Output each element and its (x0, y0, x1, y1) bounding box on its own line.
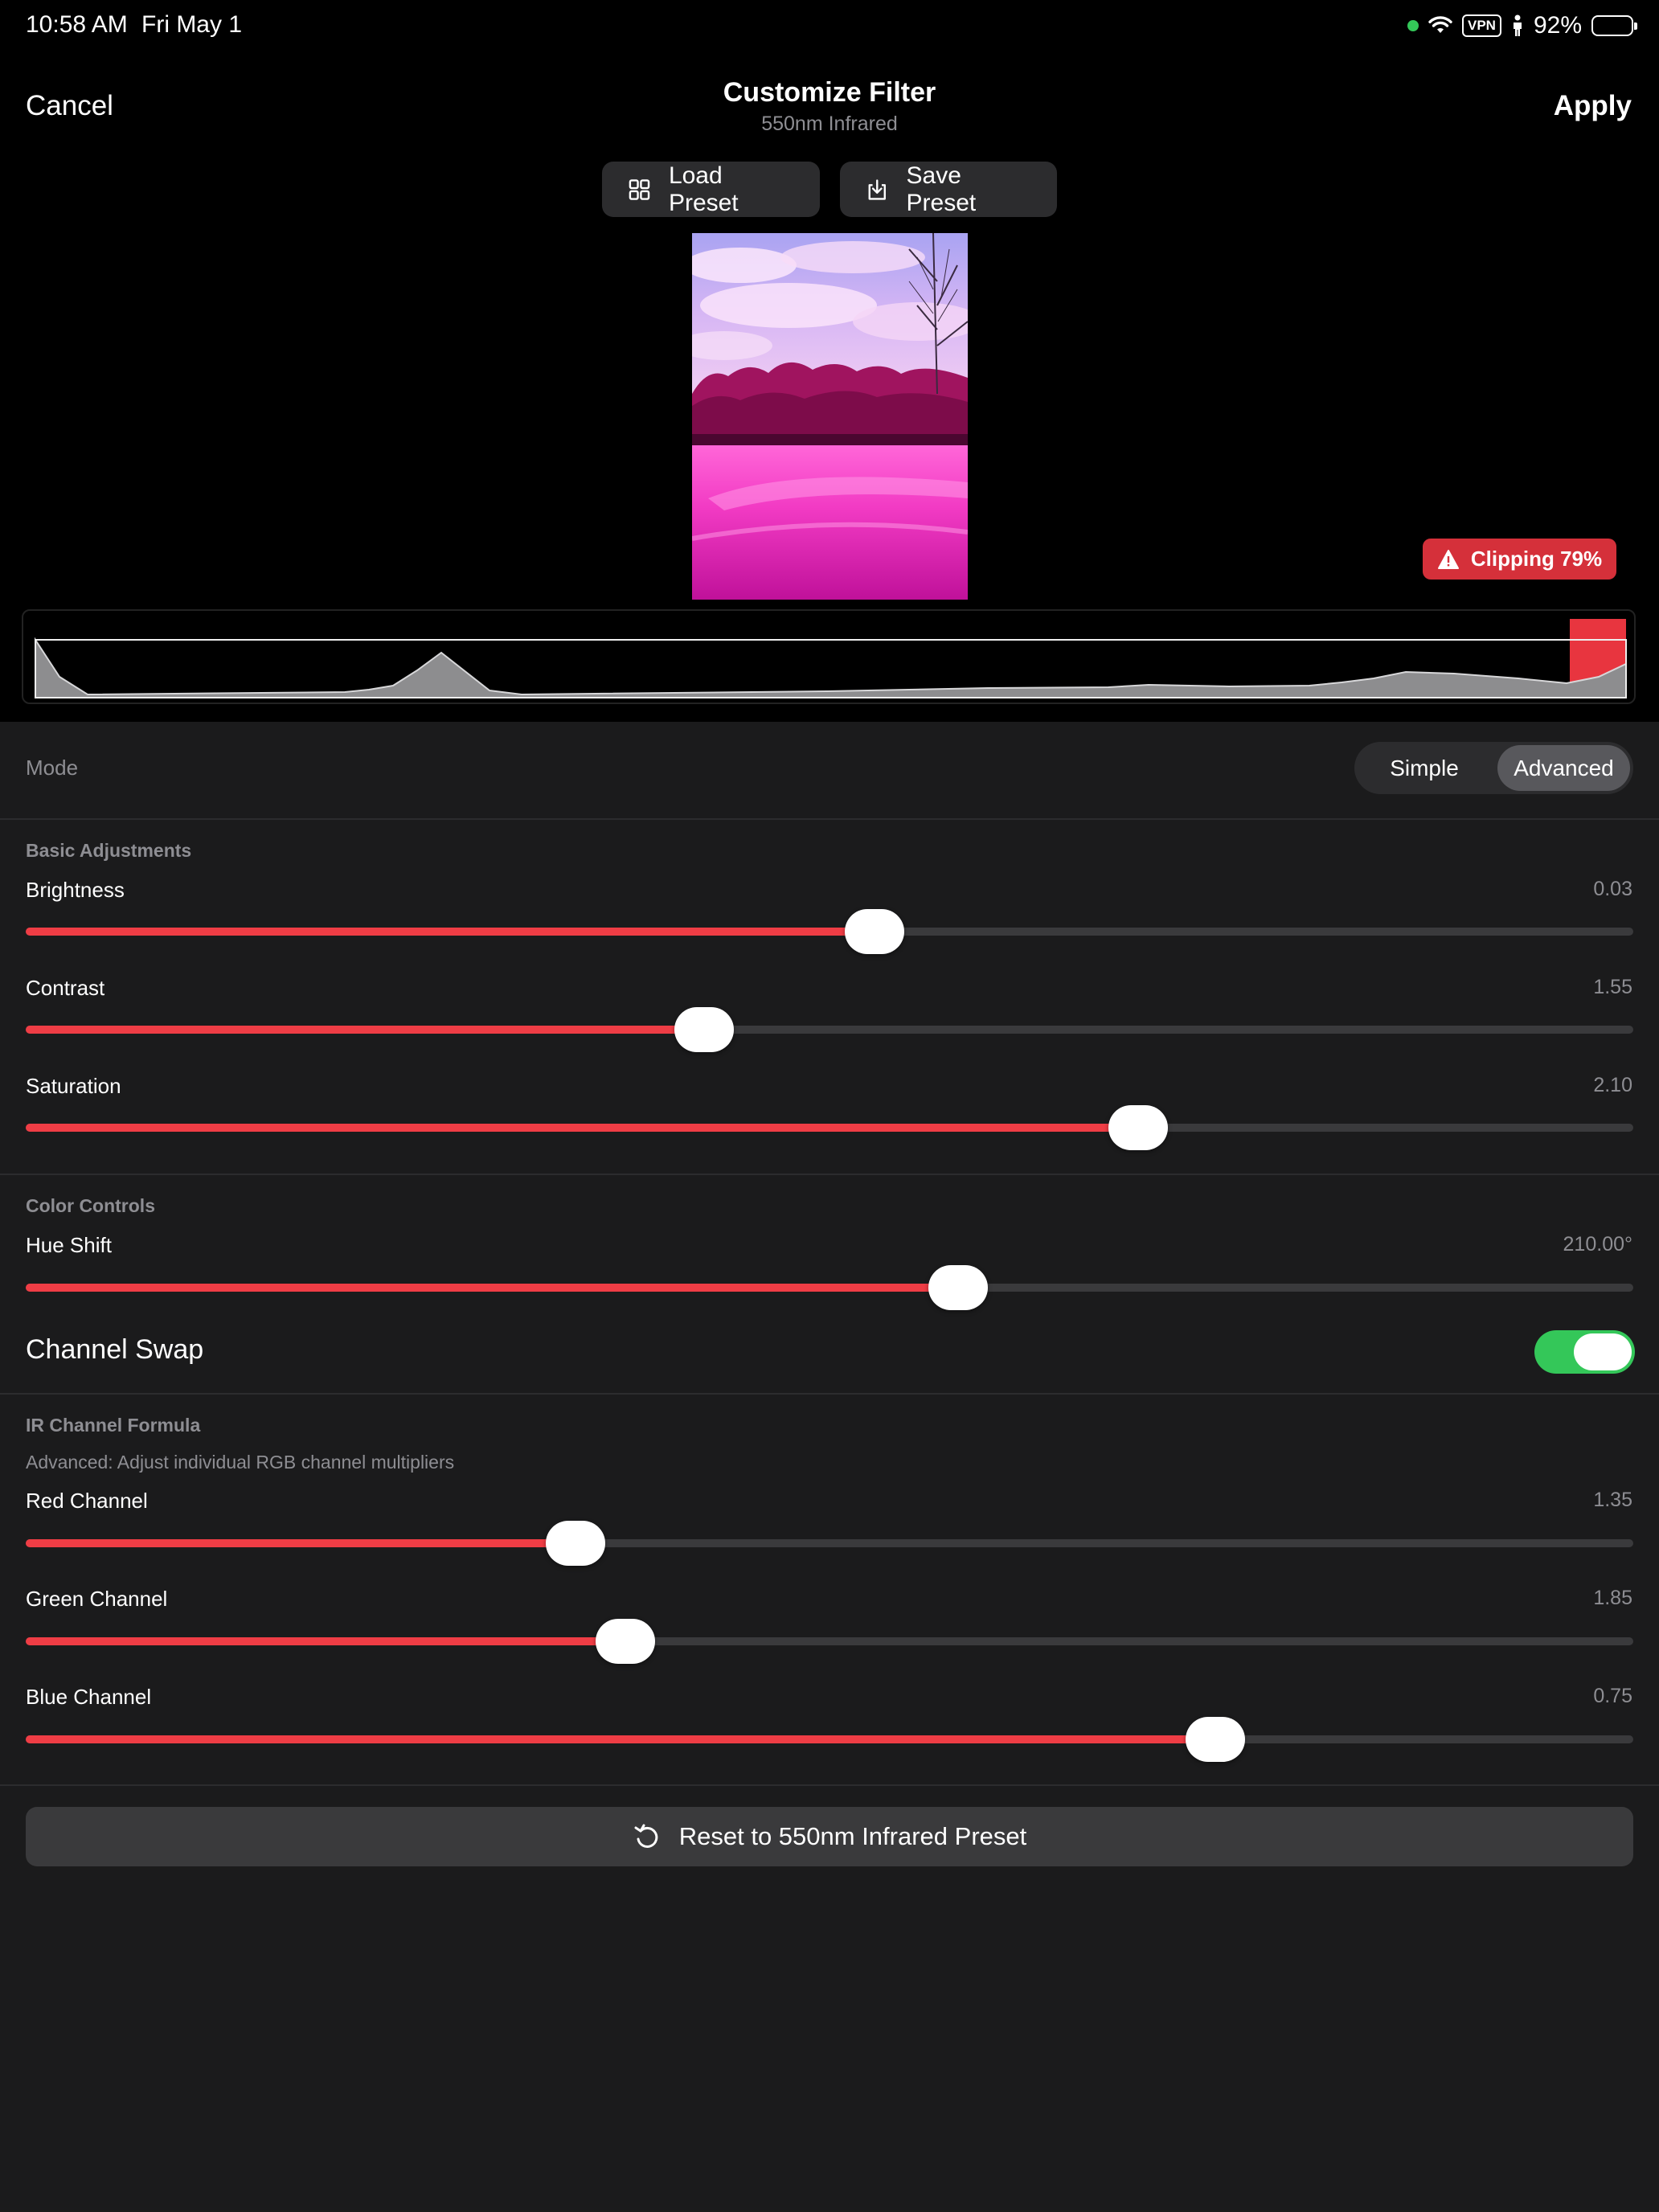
blue-channel-value: 0.75 (1593, 1685, 1632, 1707)
ir-channel-formula-header: IR Channel Formula (26, 1415, 201, 1436)
mode-option-advanced[interactable]: Advanced (1497, 745, 1630, 791)
divider (0, 1174, 1659, 1175)
contrast-slider[interactable] (26, 1007, 1633, 1052)
status-bar: 10:58 AM Fri May 1 VPN 92% (0, 0, 1659, 51)
contrast-slider-fill (26, 1026, 704, 1034)
red-channel-slider-fill (26, 1539, 576, 1547)
filtered-photo-preview (692, 233, 968, 600)
divider (0, 1784, 1659, 1786)
saturation-slider[interactable] (26, 1105, 1633, 1150)
person-icon (1513, 14, 1522, 36)
status-indicators: VPN 92% (1407, 11, 1637, 40)
infrared-landscape-image (692, 233, 968, 600)
save-preset-button[interactable]: Save Preset (840, 162, 1057, 217)
save-preset-label: Save Preset (906, 162, 977, 216)
clipping-warning-badge: Clipping 79% (1423, 539, 1616, 580)
blue-channel-label: Blue Channel (26, 1685, 152, 1709)
basic-adjustments-header: Basic Adjustments (26, 840, 192, 861)
customize-filter-screen: 10:58 AM Fri May 1 VPN 92% Cancel Custom… (0, 0, 1659, 2212)
saturation-slider-fill (26, 1124, 1138, 1132)
page-subtitle: 550nm Infrared (761, 113, 898, 135)
histogram-graph (35, 619, 1627, 698)
divider (0, 818, 1659, 820)
hue-shift-value: 210.00° (1563, 1233, 1632, 1256)
clipping-label: Clipping 79% (1470, 547, 1603, 571)
grid-icon (629, 178, 650, 200)
red-channel-slider-thumb[interactable] (546, 1521, 605, 1566)
mode-segmented-control[interactable]: Simple Advanced (1354, 742, 1633, 794)
green-channel-slider-thumb[interactable] (596, 1619, 655, 1664)
contrast-value: 1.55 (1593, 976, 1632, 998)
histogram-curve (35, 637, 1627, 698)
save-tray-icon (868, 178, 886, 200)
hue-shift-slider[interactable] (26, 1265, 1633, 1310)
blue-channel-slider-fill (26, 1735, 1215, 1743)
brightness-value: 0.03 (1593, 878, 1632, 900)
brightness-slider-thumb[interactable] (845, 909, 904, 954)
mode-option-simple[interactable]: Simple (1358, 745, 1491, 791)
channel-swap-label: Channel Swap (26, 1334, 204, 1365)
contrast-slider-thumb[interactable] (674, 1007, 734, 1052)
status-date: Fri May 1 (141, 11, 243, 38)
red-channel-label: Red Channel (26, 1489, 148, 1513)
hue-shift-slider-thumb[interactable] (928, 1265, 988, 1310)
reset-preset-button[interactable]: Reset to 550nm Infrared Preset (26, 1807, 1633, 1866)
contrast-label: Contrast (26, 976, 105, 1000)
hue-shift-slider-fill (26, 1284, 958, 1292)
preview-area: 10:58 AM Fri May 1 VPN 92% Cancel Custom… (0, 0, 1659, 722)
reset-arrow-icon (634, 1824, 658, 1848)
brightness-slider-fill (26, 928, 875, 936)
brightness-label: Brightness (26, 878, 125, 902)
reset-preset-label: Reset to 550nm Infrared Preset (678, 1822, 1027, 1850)
green-channel-value: 1.85 (1593, 1587, 1632, 1609)
battery-icon (1591, 15, 1637, 36)
color-controls-header: Color Controls (26, 1195, 155, 1216)
red-channel-value: 1.35 (1593, 1489, 1632, 1511)
page-title: Customize Filter (723, 77, 936, 108)
vpn-badge: VPN (1461, 14, 1501, 37)
ir-channel-help-text: Advanced: Adjust individual RGB channel … (26, 1452, 455, 1473)
green-channel-label: Green Channel (26, 1587, 168, 1611)
brightness-slider[interactable] (26, 909, 1633, 954)
hue-shift-label: Hue Shift (26, 1233, 112, 1257)
blue-channel-slider[interactable] (26, 1717, 1633, 1762)
battery-percent: 92% (1533, 12, 1582, 39)
load-preset-button[interactable]: Load Preset (602, 162, 820, 217)
red-channel-slider[interactable] (26, 1521, 1633, 1566)
saturation-label: Saturation (26, 1074, 121, 1098)
warning-triangle-icon (1437, 549, 1459, 569)
wifi-icon (1428, 16, 1452, 33)
green-channel-slider[interactable] (26, 1619, 1633, 1664)
histogram (22, 609, 1636, 704)
toggle-knob (1574, 1333, 1632, 1370)
apply-button[interactable]: Apply (1554, 90, 1632, 122)
blue-channel-slider-thumb[interactable] (1186, 1717, 1245, 1762)
divider (0, 1393, 1659, 1395)
mode-label: Mode (26, 756, 79, 780)
saturation-slider-thumb[interactable] (1108, 1105, 1168, 1150)
green-channel-slider-fill (26, 1637, 625, 1645)
load-preset-label: Load Preset (668, 162, 739, 216)
status-time: 10:58 AM (26, 11, 128, 38)
camera-in-use-dot-icon (1407, 20, 1419, 31)
saturation-value: 2.10 (1593, 1074, 1632, 1096)
channel-swap-toggle[interactable] (1534, 1330, 1635, 1374)
